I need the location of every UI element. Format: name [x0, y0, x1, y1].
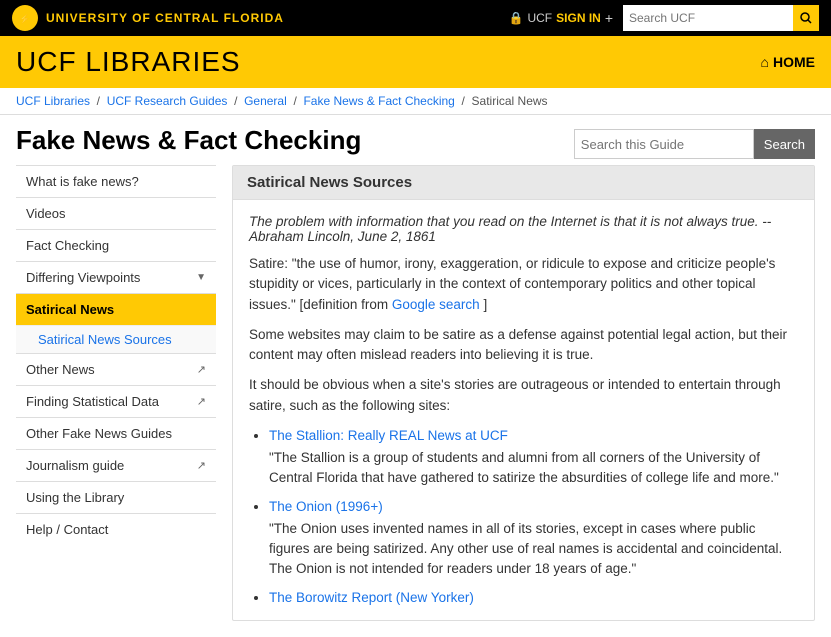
sidebar-subitem-satirical-news-sources[interactable]: Satirical News Sources: [16, 325, 216, 353]
sidebar-label-finding-statistical-data: Finding Statistical Data: [26, 394, 159, 409]
top-search-button[interactable]: [793, 5, 819, 31]
sidebar-item-journalism-guide[interactable]: Journalism guide ↗: [16, 449, 216, 481]
external-link-icon: ↗: [197, 363, 206, 376]
breadcrumb-research-guides[interactable]: UCF Research Guides: [107, 94, 228, 108]
quote-text: The problem with information that you re…: [249, 214, 759, 229]
sidebar-label-using-the-library: Using the Library: [26, 490, 124, 505]
satire-definition-paragraph: Satire: "the use of humor, irony, exagge…: [249, 254, 798, 315]
sidebar-item-videos[interactable]: Videos: [16, 197, 216, 229]
page-title-area: Fake News & Fact Checking Search: [0, 115, 831, 165]
content-body: The problem with information that you re…: [233, 200, 814, 620]
satire-definition-prefix: Satire: "the use of humor, irony, exagge…: [249, 256, 775, 312]
home-link[interactable]: ⌂ HOME: [761, 54, 815, 70]
sign-in-link[interactable]: SIGN IN: [556, 11, 601, 25]
home-icon: ⌂: [761, 54, 769, 70]
content-section-header: Satirical News Sources: [233, 166, 814, 200]
sidebar: What is fake news? Videos Fact Checking …: [16, 165, 216, 621]
main-layout: What is fake news? Videos Fact Checking …: [0, 165, 831, 637]
breadcrumb-current: Satirical News: [472, 94, 548, 108]
content-area: Satirical News Sources The problem with …: [232, 165, 815, 621]
clickhole-link[interactable]: ClickHole: [269, 616, 798, 620]
list-item: The Onion (1996+) "The Onion uses invent…: [269, 497, 798, 580]
guide-search-button[interactable]: Search: [754, 129, 815, 159]
obvious-paragraph: It should be obvious when a site's stori…: [249, 375, 798, 416]
ucf-logo: ⚡: [12, 5, 38, 31]
onion-link[interactable]: The Onion (1996+): [269, 497, 798, 517]
libraries-header: UCF LIBRARIES ⌂ HOME: [0, 36, 831, 88]
libraries-title: UCF LIBRARIES: [16, 46, 241, 78]
sidebar-label-fact-checking: Fact Checking: [26, 238, 109, 253]
top-search-input[interactable]: [623, 5, 793, 31]
sidebar-label-what-is-fake-news: What is fake news?: [26, 174, 139, 189]
breadcrumb-general[interactable]: General: [244, 94, 287, 108]
breadcrumb-ucf-libraries[interactable]: UCF Libraries: [16, 94, 90, 108]
onion-desc: "The Onion uses invented names in all of…: [269, 521, 782, 577]
ucf-bold: UCF: [16, 46, 85, 77]
quote-paragraph: The problem with information that you re…: [249, 214, 798, 244]
libraries-rest: IBRARIES: [102, 46, 241, 77]
sidebar-item-other-fake-news-guides[interactable]: Other Fake News Guides: [16, 417, 216, 449]
external-link-icon: ↗: [197, 459, 206, 472]
top-search-bar: [623, 5, 819, 31]
satirical-sources-list: The Stallion: Really REAL News at UCF "T…: [269, 426, 798, 620]
sidebar-item-fact-checking[interactable]: Fact Checking: [16, 229, 216, 261]
sidebar-label-help-contact: Help / Contact: [26, 522, 108, 537]
top-navigation-bar: ⚡ UNIVERSITY OF CENTRAL FLORIDA 🔒 UCF SI…: [0, 0, 831, 36]
google-search-link[interactable]: Google search: [392, 297, 480, 312]
ucf-text: UCF: [527, 11, 552, 25]
page-title: Fake News & Fact Checking: [16, 125, 361, 156]
top-bar-left: ⚡ UNIVERSITY OF CENTRAL FLORIDA: [12, 5, 284, 31]
sidebar-item-finding-statistical-data[interactable]: Finding Statistical Data ↗: [16, 385, 216, 417]
list-item: The Stallion: Really REAL News at UCF "T…: [269, 426, 798, 489]
sidebar-label-other-fake-news-guides: Other Fake News Guides: [26, 426, 172, 441]
sidebar-label-other-news: Other News: [26, 362, 95, 377]
sidebar-label-videos: Videos: [26, 206, 66, 221]
sidebar-sublabel-satirical-news-sources: Satirical News Sources: [38, 332, 172, 347]
sidebar-item-differing-viewpoints[interactable]: Differing Viewpoints ▼: [16, 261, 216, 293]
sidebar-item-help-contact[interactable]: Help / Contact: [16, 513, 216, 545]
sidebar-label-journalism-guide: Journalism guide: [26, 458, 124, 473]
borowitz-link[interactable]: The Borowitz Report (New Yorker): [269, 588, 798, 608]
home-label: HOME: [773, 54, 815, 70]
sidebar-item-using-the-library[interactable]: Using the Library: [16, 481, 216, 513]
university-name: UNIVERSITY OF CENTRAL FLORIDA: [46, 11, 284, 25]
svg-text:⚡: ⚡: [19, 13, 30, 25]
stallion-link[interactable]: The Stallion: Really REAL News at UCF: [269, 426, 798, 446]
stallion-desc: "The Stallion is a group of students and…: [269, 450, 779, 485]
sidebar-label-differing-viewpoints: Differing Viewpoints: [26, 270, 140, 285]
breadcrumb: UCF Libraries / UCF Research Guides / Ge…: [0, 88, 831, 115]
guide-search-area: Search: [574, 129, 815, 159]
lock-icon: 🔒: [509, 11, 524, 25]
list-item: ClickHole "ClickHole is the latest and g…: [269, 616, 798, 620]
breadcrumb-fake-news[interactable]: Fake News & Fact Checking: [303, 94, 454, 108]
chevron-down-icon: ▼: [196, 272, 206, 283]
external-link-icon: ↗: [197, 395, 206, 408]
guide-search-input[interactable]: [574, 129, 754, 159]
plus-icon: +: [605, 10, 613, 26]
libraries-light: L: [85, 46, 102, 77]
sign-in-area: 🔒 UCF SIGN IN +: [509, 10, 613, 26]
sidebar-item-satirical-news[interactable]: Satirical News: [16, 293, 216, 325]
list-item: The Borowitz Report (New Yorker): [269, 588, 798, 608]
mislead-paragraph: Some websites may claim to be satire as …: [249, 325, 798, 366]
sidebar-label-satirical-news: Satirical News: [26, 302, 114, 317]
satire-definition-suffix: ]: [483, 297, 487, 312]
sidebar-item-what-is-fake-news[interactable]: What is fake news?: [16, 165, 216, 197]
sidebar-item-other-news[interactable]: Other News ↗: [16, 353, 216, 385]
top-bar-right: 🔒 UCF SIGN IN +: [509, 5, 819, 31]
